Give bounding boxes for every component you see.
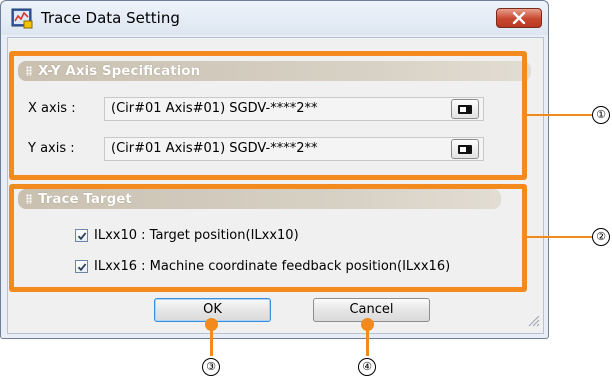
callout-number-1: ① [592, 106, 610, 124]
callout-number-2: ② [592, 228, 610, 246]
callout-dot-4 [361, 318, 374, 331]
callout-frame-2 [9, 184, 527, 292]
close-button[interactable] [496, 8, 542, 28]
window-title: Trace Data Setting [41, 9, 180, 27]
callout-frame-1 [9, 51, 527, 180]
trace-app-icon [11, 7, 33, 29]
resize-grip-icon[interactable] [526, 313, 540, 327]
callout-leader-2 [527, 236, 592, 238]
callout-number-3: ③ [202, 358, 220, 376]
title-bar[interactable]: Trace Data Setting [1, 1, 548, 35]
callout-number-4: ④ [358, 358, 376, 376]
callout-dot-3 [205, 318, 218, 331]
callout-leader-1 [527, 114, 592, 116]
close-x-icon [512, 12, 526, 24]
